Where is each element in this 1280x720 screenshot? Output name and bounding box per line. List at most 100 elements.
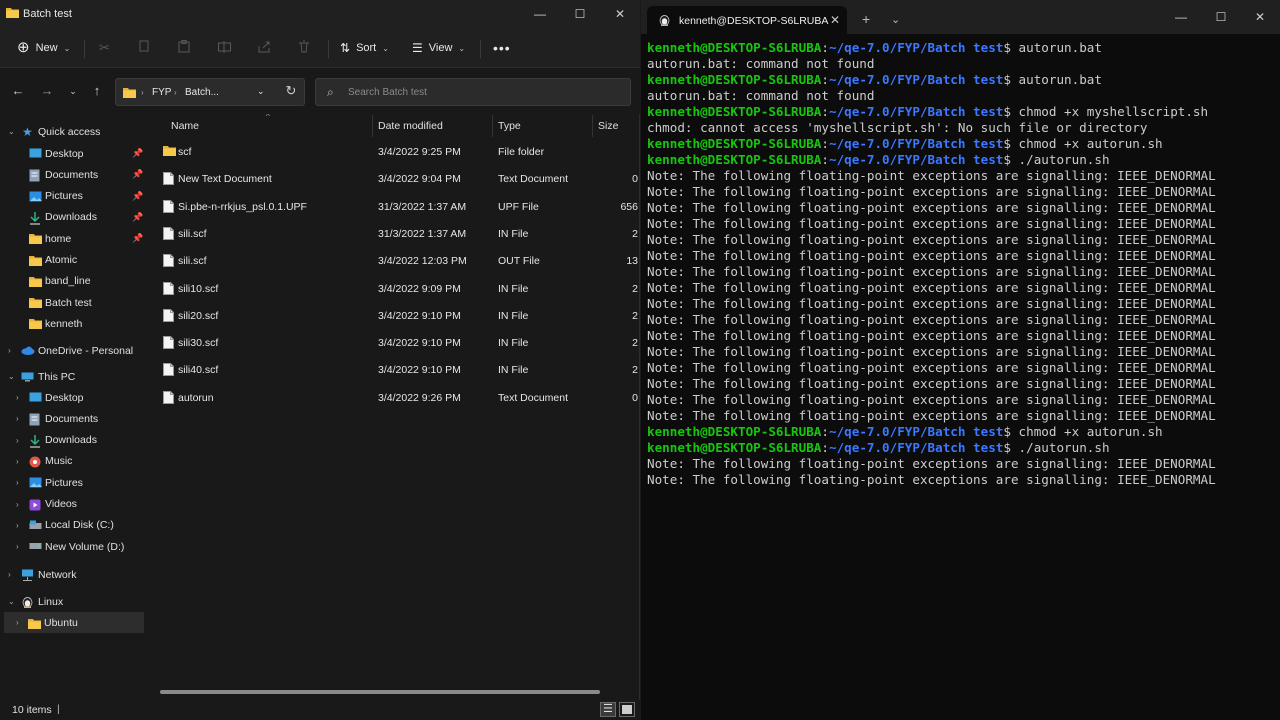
tab-dropdown-button[interactable]: ⌄ [891,13,900,26]
horizontal-scrollbar[interactable] [160,690,600,694]
ellipsis-icon: ••• [493,40,511,56]
nav-pc-item[interactable]: › Local Disk (C:) [0,515,144,536]
file-row[interactable]: Si.pbe-n-rrkjus_psl.0.1.UPF 31/3/2022 1:3… [150,194,640,221]
minimize-button[interactable]: — [1161,0,1201,34]
terminal-tab[interactable]: kenneth@DESKTOP-S6LRUBA: ~ ✕ [647,6,847,34]
file-date: 3/4/2022 9:04 PM [378,173,461,186]
column-separator[interactable] [492,115,493,137]
nav-quick-item[interactable]: home 📌 [0,228,144,249]
file-name: scf [178,146,192,158]
nav-quick-access[interactable]: ⌄ ★ Quick access [0,121,144,142]
nav-pc-item[interactable]: › Downloads [0,430,144,451]
prompt-symbol: $ [1003,40,1019,55]
breadcrumb-batch[interactable]: Batch... [185,87,219,98]
terminal-output-line: autorun.bat: command not found [647,56,875,71]
search-input[interactable]: Search Batch test [348,87,427,98]
file-row[interactable]: scf 3/4/2022 9:25 PM File folder [150,139,640,166]
maximize-button[interactable]: ☐ [558,0,602,28]
file-icon [163,363,175,377]
maximize-button[interactable]: ☐ [1201,0,1241,34]
sort-button[interactable]: ⇅ Sort ⌄ [340,37,389,59]
nav-quick-item[interactable]: Documents 📌 [0,164,144,185]
nav-pc-item[interactable]: › New Volume (D:) [0,536,144,557]
terminal-command-line: kenneth@DESKTOP-S6LRUBA:~/qe-7.0/FYP/Bat… [647,136,1277,152]
up-button[interactable]: ↑ [88,84,106,98]
tab-close-icon[interactable]: ✕ [830,13,840,27]
close-button[interactable]: ✕ [1240,0,1280,34]
minimize-button[interactable]: — [518,0,562,28]
new-button[interactable]: ⊕ New ⌄ [17,37,70,59]
back-button[interactable]: ← [9,84,27,98]
nav-label: Atomic [45,254,78,266]
chevron-right-icon: › [16,618,19,627]
command-text: chmod +x autorun.sh [1018,136,1163,151]
recent-locations-button[interactable]: ⌄ [64,84,82,98]
file-row[interactable]: sili40.scf 3/4/2022 9:10 PM IN File 2 [150,357,640,384]
trash-icon [298,40,310,56]
nav-quick-item[interactable]: Batch test [0,292,144,313]
copy-button[interactable] [139,37,150,59]
close-button[interactable]: ✕ [598,0,642,28]
more-options-button[interactable]: ••• [493,37,511,59]
command-text: autorun.bat [1018,72,1102,87]
tiles-view-icon [622,705,632,714]
delete-button[interactable] [298,37,310,59]
search-box[interactable]: ⌕ Search Batch test [315,78,631,106]
nav-quick-item[interactable]: Atomic [0,250,144,271]
paste-button[interactable] [178,37,190,59]
nav-linux[interactable]: ⌄ Linux [0,591,144,612]
address-bar[interactable]: › FYP › Batch... ⌄ [115,78,305,106]
chevron-down-icon[interactable]: ⌄ [257,86,265,97]
refresh-button[interactable]: ↻ [282,84,300,98]
share-button[interactable] [258,37,271,59]
prompt-user: kenneth@DESKTOP-S6LRUBA [647,40,822,55]
nav-quick-item[interactable]: Pictures 📌 [0,186,144,207]
view-button[interactable]: ☰ View ⌄ [412,37,465,59]
nav-quick-item[interactable]: Downloads 📌 [0,207,144,228]
new-tab-button[interactable]: + [862,11,870,27]
terminal-output-line: Note: The following floating-point excep… [647,296,1216,311]
forward-button[interactable]: → [38,84,56,98]
nav-quick-item[interactable]: kenneth [0,313,144,334]
breadcrumb-fyp[interactable]: FYP [152,87,171,98]
nav-this-pc[interactable]: ⌄ This PC [0,366,144,387]
terminal-command-line: kenneth@DESKTOP-S6LRUBA:~/qe-7.0/FYP/Bat… [647,152,1277,168]
rename-button[interactable] [218,37,231,59]
disk-icon [29,541,42,551]
file-row[interactable]: sili20.scf 3/4/2022 9:10 PM IN File 2 [150,303,640,330]
terminal-output[interactable]: kenneth@DESKTOP-S6LRUBA:~/qe-7.0/FYP/Bat… [647,40,1277,488]
prompt-user: kenneth@DESKTOP-S6LRUBA [647,424,822,439]
nav-label: Pictures [45,476,83,489]
file-row[interactable]: New Text Document 3/4/2022 9:04 PM Text Do… [150,166,640,193]
copy-icon [139,40,150,56]
file-row[interactable]: sili30.scf 3/4/2022 9:10 PM IN File 2 [150,330,640,357]
file-date: 3/4/2022 9:10 PM [378,309,461,322]
nav-pc-item[interactable]: › Videos [0,494,144,515]
file-row[interactable]: sili.scf 3/4/2022 12:03 PM OUT File 13 [150,248,640,275]
tiles-view-button[interactable] [619,702,635,717]
cut-button[interactable]: ✂ [99,37,110,59]
nav-pc-item[interactable]: › Documents [0,408,144,429]
nav-onedrive[interactable]: › OneDrive - Personal [0,340,144,361]
nav-ubuntu[interactable]: › Ubuntu [4,612,144,633]
explorer-titlebar[interactable]: Batch test — ☐ ✕ [0,0,640,28]
details-view-button[interactable]: ☰ [600,702,616,717]
column-separator[interactable] [592,115,593,137]
file-row[interactable]: autorun 3/4/2022 9:26 PM Text Document 0 [150,385,640,412]
file-name: sili10.scf [178,282,219,295]
nav-quick-item[interactable]: Desktop 📌 [0,143,144,164]
file-icon [163,308,175,323]
file-row[interactable]: sili10.scf 3/4/2022 9:09 PM IN File 2 [150,276,640,303]
nav-label: Documents [45,168,99,181]
nav-pc-item[interactable]: › Desktop [0,387,144,408]
prompt-symbol: $ [1003,104,1019,119]
nav-label: New Volume (D:) [45,540,125,553]
nav-network[interactable]: › Network [0,564,144,585]
nav-quick-item[interactable]: band_line [0,271,144,292]
nav-pc-item[interactable]: › Pictures [0,472,144,493]
file-type: Text Document [498,173,569,186]
file-name: sili20.scf [178,309,219,322]
nav-pc-item[interactable]: › Music [0,451,144,472]
column-separator[interactable] [372,115,373,137]
file-row[interactable]: sili.scf 31/3/2022 1:37 AM IN File 2 [150,221,640,248]
